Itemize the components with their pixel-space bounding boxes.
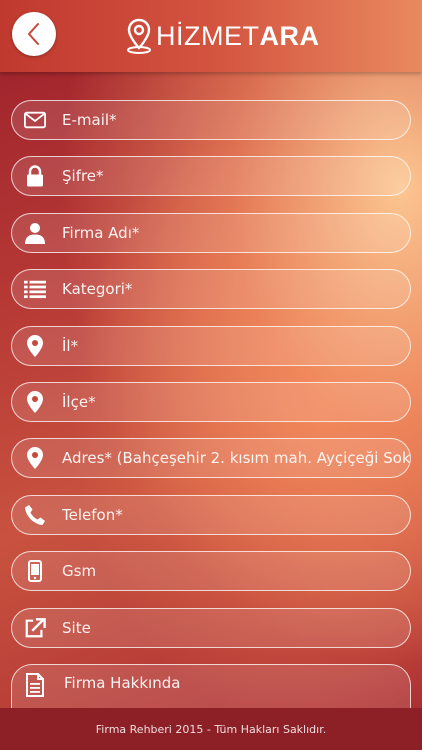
- address-field[interactable]: [62, 449, 410, 468]
- external-link-icon: [24, 617, 46, 639]
- city-field[interactable]: [62, 336, 410, 355]
- phone-icon: [24, 504, 46, 526]
- app-header: HİZMETARA: [0, 0, 422, 72]
- password-field-wrapper: [11, 156, 411, 197]
- envelope-icon: [24, 109, 46, 131]
- list-icon: [24, 278, 46, 300]
- app-logo: HİZMETARA: [126, 16, 320, 56]
- gsm-field[interactable]: [62, 562, 410, 581]
- category-field[interactable]: [62, 280, 410, 299]
- site-field[interactable]: [62, 618, 410, 637]
- phone-field-wrapper: [11, 494, 411, 535]
- back-button[interactable]: [12, 12, 56, 56]
- email-field[interactable]: [62, 111, 410, 129]
- registration-form: [11, 100, 411, 736]
- chevron-left-icon: [28, 23, 39, 45]
- city-field-wrapper: [11, 325, 411, 366]
- document-icon: [24, 672, 46, 697]
- footer: Firma Rehberi 2015 - Tüm Hakları Saklıdı…: [0, 708, 422, 750]
- district-field[interactable]: [62, 392, 410, 411]
- logo-text: HİZMETARA: [156, 20, 320, 51]
- district-field-wrapper: [11, 381, 411, 422]
- user-icon: [24, 222, 46, 244]
- map-pin-icon: [24, 447, 46, 470]
- lock-icon: [24, 165, 46, 187]
- phone-field[interactable]: [62, 505, 410, 524]
- gsm-field-wrapper: [11, 551, 411, 592]
- about-field[interactable]: [64, 673, 410, 692]
- email-field-wrapper: [11, 100, 411, 140]
- address-field-wrapper: [11, 438, 411, 479]
- company-name-field[interactable]: [62, 223, 410, 242]
- mobile-phone-icon: [24, 560, 46, 583]
- company-name-field-wrapper: [11, 212, 411, 253]
- category-field-wrapper: [11, 269, 411, 310]
- password-field[interactable]: [62, 167, 410, 186]
- map-pin-icon: [24, 334, 46, 357]
- site-field-wrapper: [11, 607, 411, 648]
- map-pin-icon: [24, 390, 46, 413]
- copyright-text: Firma Rehberi 2015 - Tüm Hakları Saklıdı…: [95, 722, 327, 736]
- map-pin-icon: [127, 18, 151, 54]
